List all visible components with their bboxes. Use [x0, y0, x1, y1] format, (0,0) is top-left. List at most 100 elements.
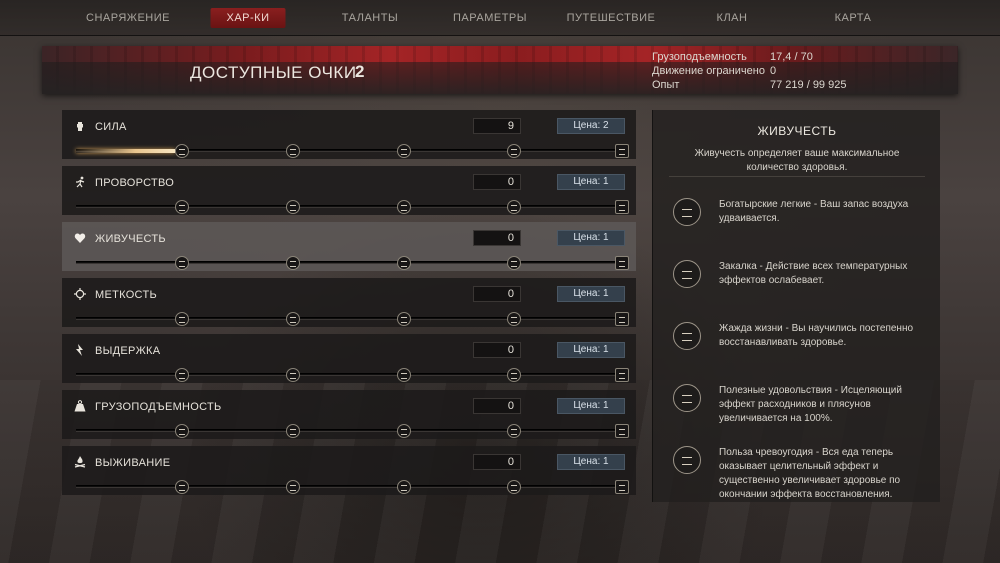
- attribute-value: 0: [473, 286, 521, 302]
- attribute-name: ГРУЗОПОДЪЕМНОСТЬ: [95, 401, 222, 413]
- attribute-detail-panel: ЖИВУЧЕСТЬ Живучесть определяет ваше макс…: [652, 110, 940, 502]
- attribute-row-endurance[interactable]: ВЫДЕРЖКА 0 Цена: 1: [62, 334, 636, 383]
- detail-title: ЖИВУЧЕСТЬ: [757, 124, 837, 138]
- heart-icon: [74, 232, 86, 244]
- carry-value: 17,4 / 70: [770, 51, 813, 63]
- perk-node[interactable]: [507, 200, 521, 214]
- perk-node[interactable]: [507, 144, 521, 158]
- progress-track: [76, 368, 629, 382]
- progress-fill: [76, 149, 175, 153]
- perk-node[interactable]: [397, 144, 411, 158]
- attribute-list: СИЛА 9 Цена: 2 ПРОВОРСТВО 0 Цена: 1 ЖИВУ…: [62, 110, 636, 502]
- attribute-row-survival[interactable]: ВЫЖИВАНИЕ 0 Цена: 1: [62, 446, 636, 495]
- perk-node[interactable]: [175, 312, 189, 326]
- perk-text: Жажда жизни - Вы научились постепенно во…: [719, 323, 914, 348]
- perk-node[interactable]: [175, 200, 189, 214]
- perk-node[interactable]: [507, 368, 521, 382]
- carry-label: Грузоподъемность: [652, 51, 747, 63]
- perk-node[interactable]: [615, 144, 629, 158]
- perk-node[interactable]: [175, 368, 189, 382]
- increase-cost-button[interactable]: Цена: 1: [557, 342, 625, 358]
- perk-node[interactable]: [507, 424, 521, 438]
- perk-icon: [673, 198, 701, 226]
- attribute-value: 0: [473, 398, 521, 414]
- attribute-name: МЕТКОСТЬ: [95, 289, 157, 301]
- tab-talents[interactable]: ТАЛАНТЫ: [326, 8, 414, 28]
- perk-node[interactable]: [397, 424, 411, 438]
- perk-node[interactable]: [507, 256, 521, 270]
- perk-node[interactable]: [615, 424, 629, 438]
- attribute-value: 0: [473, 230, 521, 246]
- attribute-row-accuracy[interactable]: МЕТКОСТЬ 0 Цена: 1: [62, 278, 636, 327]
- perk-node[interactable]: [615, 368, 629, 382]
- perk-text: Полезные удовольствия - Исцеляющий эффек…: [719, 385, 902, 424]
- progress-track: [76, 480, 629, 494]
- increase-cost-button[interactable]: Цена: 1: [557, 286, 625, 302]
- perk-node[interactable]: [286, 480, 300, 494]
- tab-parameters[interactable]: ПАРАМЕТРЫ: [437, 8, 543, 28]
- perk-node[interactable]: [507, 312, 521, 326]
- perk-text: Закалка - Действие всех температурных эф…: [719, 261, 908, 286]
- perk-node[interactable]: [615, 200, 629, 214]
- tab-equipment[interactable]: СНАРЯЖЕНИЕ: [70, 8, 186, 28]
- movement-label: Движение ограничено: [652, 65, 765, 77]
- attribute-name: ЖИВУЧЕСТЬ: [95, 233, 166, 245]
- perk-node[interactable]: [397, 312, 411, 326]
- attribute-row-encumbrance[interactable]: ГРУЗОПОДЪЕМНОСТЬ 0 Цена: 1: [62, 390, 636, 439]
- weight-icon: [74, 400, 86, 412]
- perk-text: Польза чревоугодия - Вся еда теперь оказ…: [719, 447, 901, 500]
- attribute-row-strength[interactable]: СИЛА 9 Цена: 2: [62, 110, 636, 159]
- attribute-row-vitality[interactable]: ЖИВУЧЕСТЬ 0 Цена: 1: [62, 222, 636, 271]
- campfire-icon: [74, 456, 86, 468]
- perk-node[interactable]: [175, 256, 189, 270]
- perk-icon: [673, 260, 701, 288]
- attribute-name: ПРОВОРСТВО: [95, 177, 175, 189]
- perk-node[interactable]: [175, 480, 189, 494]
- perk-icon: [673, 384, 701, 412]
- lightning-icon: [74, 344, 86, 356]
- movement-value: 0: [770, 65, 777, 77]
- tab-attributes[interactable]: ХАР-КИ: [210, 8, 286, 28]
- perk-icon: [673, 322, 701, 350]
- perk-node[interactable]: [175, 424, 189, 438]
- crosshair-icon: [74, 288, 86, 300]
- perk-node[interactable]: [175, 144, 189, 158]
- perk-node[interactable]: [286, 144, 300, 158]
- increase-cost-button[interactable]: Цена: 1: [557, 230, 625, 246]
- increase-cost-button[interactable]: Цена: 1: [557, 398, 625, 414]
- perk-node[interactable]: [397, 256, 411, 270]
- perk-node[interactable]: [507, 480, 521, 494]
- tab-map[interactable]: КАРТА: [819, 8, 888, 28]
- perk-icon: [673, 446, 701, 474]
- progress-track: [76, 424, 629, 438]
- perk-node[interactable]: [397, 480, 411, 494]
- perk-text: Богатырские легкие - Ваш запас воздуха у…: [719, 199, 909, 224]
- detail-description: Живучесть определяет ваше максимальное к…: [694, 148, 900, 173]
- attribute-value: 0: [473, 174, 521, 190]
- increase-cost-button[interactable]: Цена: 1: [557, 174, 625, 190]
- perk-node[interactable]: [286, 312, 300, 326]
- available-points-value: 2: [355, 62, 365, 81]
- available-points-label: ДОСТУПНЫЕ ОЧКИ: [190, 63, 357, 82]
- increase-cost-button[interactable]: Цена: 2: [557, 118, 625, 134]
- fist-icon: [74, 120, 86, 132]
- perk-node[interactable]: [286, 200, 300, 214]
- attribute-value: 9: [473, 118, 521, 134]
- perk-node[interactable]: [286, 368, 300, 382]
- perk-node[interactable]: [615, 312, 629, 326]
- perk-node[interactable]: [286, 256, 300, 270]
- perk-node[interactable]: [615, 480, 629, 494]
- tab-journey[interactable]: ПУТЕШЕСТВИЕ: [551, 8, 672, 28]
- attribute-name: ВЫДЕРЖКА: [95, 345, 161, 357]
- xp-label: Опыт: [652, 79, 680, 91]
- perk-node[interactable]: [397, 200, 411, 214]
- perk-node[interactable]: [397, 368, 411, 382]
- attribute-value: 0: [473, 454, 521, 470]
- attribute-name: ВЫЖИВАНИЕ: [95, 457, 171, 469]
- progress-track: [76, 312, 629, 326]
- perk-node[interactable]: [286, 424, 300, 438]
- attribute-row-agility[interactable]: ПРОВОРСТВО 0 Цена: 1: [62, 166, 636, 215]
- tab-clan[interactable]: КЛАН: [701, 8, 764, 28]
- increase-cost-button[interactable]: Цена: 1: [557, 454, 625, 470]
- perk-node[interactable]: [615, 256, 629, 270]
